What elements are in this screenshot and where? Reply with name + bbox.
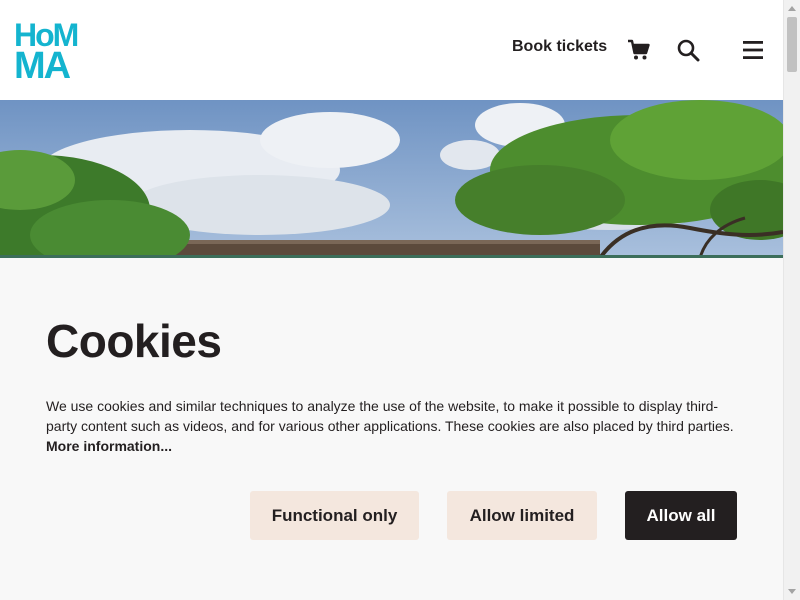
allow-all-button[interactable]: Allow all xyxy=(625,491,737,540)
allow-limited-button[interactable]: Allow limited xyxy=(447,491,597,540)
search-button[interactable] xyxy=(674,36,702,64)
logo-line-2: MA xyxy=(14,45,71,87)
menu-button[interactable] xyxy=(739,36,767,64)
cart-button[interactable] xyxy=(625,36,653,64)
hero-image xyxy=(0,100,783,258)
site-header: HoM MA Book tickets xyxy=(0,0,783,100)
scroll-up-arrow-icon[interactable] xyxy=(788,6,796,11)
cookie-consent-panel: Cookies We use cookies and similar techn… xyxy=(0,258,783,600)
functional-only-button[interactable]: Functional only xyxy=(250,491,419,540)
hamburger-menu-icon xyxy=(743,41,763,59)
scroll-thumb[interactable] xyxy=(787,17,797,72)
cookie-title: Cookies xyxy=(46,315,222,367)
vertical-scrollbar[interactable] xyxy=(783,0,800,600)
scroll-down-arrow-icon[interactable] xyxy=(788,589,796,594)
book-tickets-link[interactable]: Book tickets xyxy=(512,38,607,56)
homa-logo[interactable]: HoM MA xyxy=(14,19,82,85)
more-information-link[interactable]: More information... xyxy=(46,438,172,454)
cart-icon xyxy=(628,39,650,60)
search-icon xyxy=(677,39,700,62)
cookie-description-text: We use cookies and similar techniques to… xyxy=(46,398,734,434)
cookie-description: We use cookies and similar techniques to… xyxy=(46,396,746,456)
